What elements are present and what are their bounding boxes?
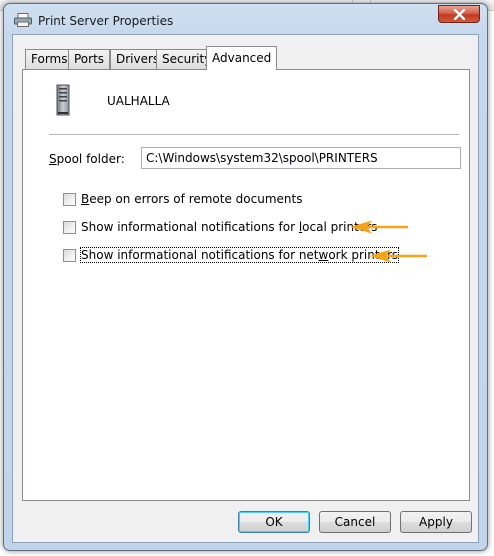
ok-button[interactable]: OK — [238, 511, 310, 533]
beep-on-errors-checkbox[interactable] — [63, 192, 76, 206]
close-button[interactable] — [438, 5, 480, 23]
local-printer-notifications-label[interactable]: Show informational notifications for loc… — [81, 220, 377, 234]
tab-ports[interactable]: Ports — [68, 49, 111, 69]
annotation-arrow-icon — [369, 249, 427, 263]
tab-forms[interactable]: Forms — [25, 49, 74, 69]
separator — [49, 134, 459, 136]
advanced-tab-panel: UALHALLA Spool folder: Beep on errors of… — [22, 69, 470, 501]
close-icon — [453, 9, 466, 20]
spool-folder-input[interactable] — [141, 147, 461, 169]
tab-advanced[interactable]: Advanced — [206, 46, 278, 70]
spool-folder-label: Spool folder: — [49, 152, 125, 166]
window-title: Print Server Properties — [38, 14, 174, 28]
network-printer-notifications-label[interactable]: Show informational notifications for net… — [79, 247, 400, 263]
apply-button[interactable]: Apply — [400, 511, 472, 533]
local-printer-notifications-checkbox[interactable] — [63, 220, 76, 234]
dialog-client-area: Forms Ports Drivers Security Advanced UA… — [12, 34, 479, 543]
title-bar[interactable]: Print Server Properties — [4, 4, 487, 34]
server-icon — [56, 84, 70, 116]
cancel-button[interactable]: Cancel — [319, 511, 391, 533]
local-printer-notifications-option[interactable]: Show informational notifications for loc… — [63, 219, 377, 235]
beep-on-errors-option[interactable]: Beep on errors of remote documents — [63, 191, 302, 207]
beep-on-errors-label[interactable]: Beep on errors of remote documents — [81, 192, 302, 206]
network-printer-notifications-option[interactable]: Show informational notifications for net… — [63, 247, 400, 263]
network-printer-notifications-checkbox[interactable] — [63, 248, 76, 262]
printer-icon — [14, 13, 32, 27]
annotation-arrow-icon — [350, 220, 408, 234]
server-name: UALHALLA — [107, 94, 170, 108]
print-server-properties-dialog: Print Server Properties Forms Ports Driv… — [3, 3, 488, 551]
